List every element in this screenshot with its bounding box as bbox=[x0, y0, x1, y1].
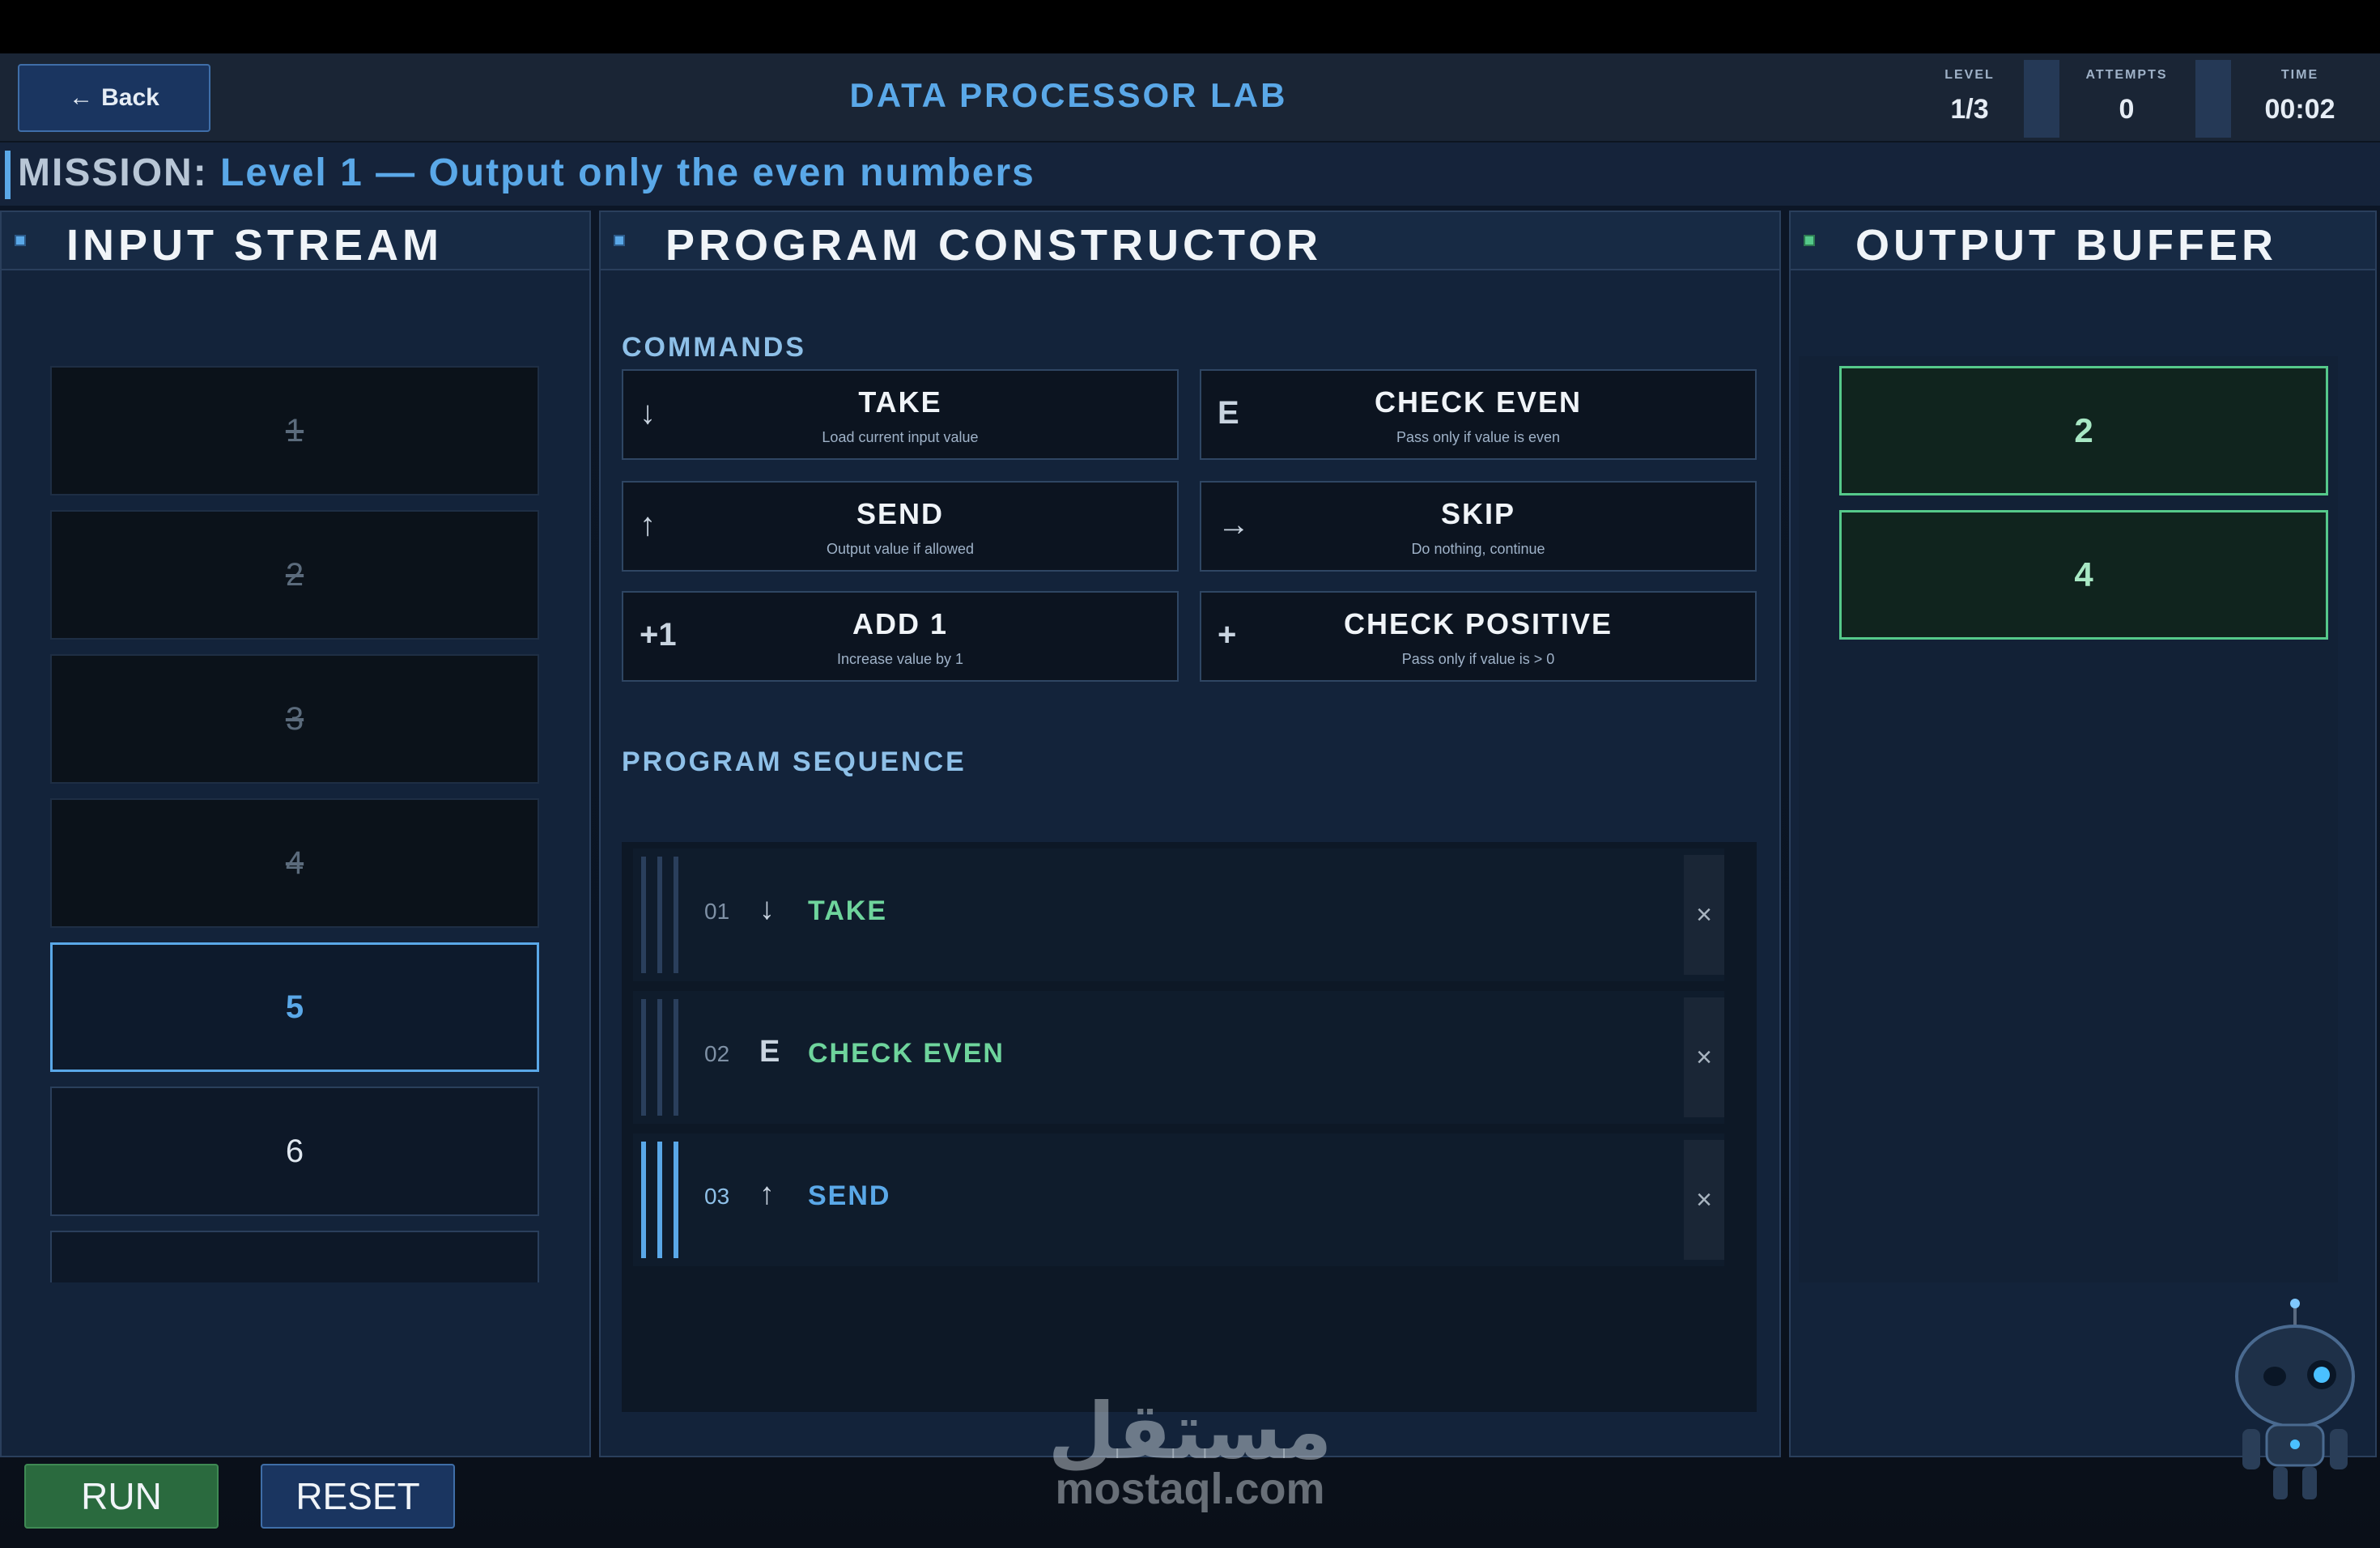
input-item: 6 bbox=[50, 1087, 539, 1216]
panel-header: OUTPUT BUFFER bbox=[1791, 212, 2375, 270]
arrow-left-icon: ← bbox=[69, 84, 94, 111]
command-description: Do nothing, continue bbox=[1411, 541, 1545, 557]
stat-time: TIME 00:02 bbox=[2215, 53, 2380, 142]
input-value: 6 bbox=[285, 1133, 304, 1169]
step-number: 01 bbox=[704, 899, 730, 924]
command-name: CHECK EVEN bbox=[1374, 385, 1583, 419]
mission-prefix: MISSION: bbox=[18, 151, 208, 194]
command-description: Pass only if value is > 0 bbox=[1401, 651, 1555, 667]
panel-title: OUTPUT BUFFER bbox=[1855, 221, 2277, 270]
panel-title: INPUT STREAM bbox=[66, 221, 443, 270]
drag-handle-icon[interactable] bbox=[641, 857, 685, 973]
step-number: 03 bbox=[704, 1184, 730, 1209]
mission-accent-bar bbox=[5, 151, 11, 199]
step-command: CHECK EVEN bbox=[808, 1038, 1005, 1069]
command-name: CHECK POSITIVE bbox=[1343, 607, 1613, 640]
back-button[interactable]: ← Back bbox=[18, 64, 210, 132]
command-name: TAKE bbox=[858, 385, 942, 419]
back-label: Back bbox=[101, 84, 159, 111]
remove-step-button[interactable]: × bbox=[1684, 855, 1724, 975]
mission-banner: MISSION: Level 1 — Output only the even … bbox=[0, 142, 2380, 206]
panel-title: PROGRAM CONSTRUCTOR bbox=[665, 221, 1323, 270]
letter-e-icon: E bbox=[759, 1035, 780, 1069]
reset-button[interactable]: RESET bbox=[261, 1464, 455, 1529]
input-item: 2 bbox=[50, 510, 539, 640]
command-take-button[interactable]: ↓ TAKE Load current input value bbox=[622, 369, 1179, 460]
stat-time-label: TIME bbox=[2280, 68, 2319, 82]
robot-mascot-icon bbox=[2235, 1299, 2355, 1499]
input-item: 3 bbox=[50, 654, 539, 784]
remove-step-button[interactable]: × bbox=[1684, 997, 1724, 1117]
arrow-up-icon: ↑ bbox=[759, 1177, 775, 1211]
input-item-partial bbox=[50, 1231, 539, 1282]
panel-header: PROGRAM CONSTRUCTOR bbox=[601, 212, 1779, 270]
command-name: ADD 1 bbox=[852, 607, 949, 640]
panel-status-icon bbox=[614, 235, 625, 246]
command-name: SEND bbox=[856, 497, 945, 530]
command-skip-button[interactable]: → SKIP Do nothing, continue bbox=[1200, 481, 1757, 572]
command-check-even-button[interactable]: E CHECK EVEN Pass only if value is even bbox=[1200, 369, 1757, 460]
step-command: SEND bbox=[808, 1180, 891, 1211]
step-command: TAKE bbox=[808, 895, 888, 926]
input-item: 4 bbox=[50, 798, 539, 928]
stat-attempts: ATTEMPTS 0 bbox=[2042, 53, 2212, 142]
panel-status-icon bbox=[1804, 235, 1815, 246]
output-item: 4 bbox=[1839, 510, 2328, 640]
stat-attempts-value: 0 bbox=[2119, 94, 2135, 125]
command-description: Pass only if value is even bbox=[1396, 429, 1561, 445]
input-value: 4 bbox=[285, 844, 304, 881]
command-description: Increase value by 1 bbox=[836, 651, 964, 667]
remove-step-button[interactable]: × bbox=[1684, 1140, 1724, 1260]
arrow-down-icon: ↓ bbox=[759, 892, 775, 926]
stat-attempts-label: ATTEMPTS bbox=[2085, 68, 2168, 82]
mission-description: Level 1 — Output only the even numbers bbox=[220, 151, 1035, 194]
output-item: 2 bbox=[1839, 366, 2328, 495]
header-bar: ← Back DATA PROCESSOR LAB LEVEL 1/3 ATTE… bbox=[0, 53, 2380, 142]
command-description: Load current input value bbox=[822, 429, 979, 445]
drag-handle-icon[interactable] bbox=[641, 999, 685, 1116]
program-sequence-label: PROGRAM SEQUENCE bbox=[622, 746, 967, 777]
mission-text: MISSION: Level 1 — Output only the even … bbox=[18, 151, 1035, 195]
run-button[interactable]: RUN bbox=[24, 1464, 219, 1529]
app-title: DATA PROCESSOR LAB bbox=[849, 76, 1288, 114]
sequence-step[interactable]: 01 ↓ TAKE × bbox=[633, 848, 1724, 981]
command-check-positive-button[interactable]: + CHECK POSITIVE Pass only if value is >… bbox=[1200, 591, 1757, 682]
commands-label: COMMANDS bbox=[622, 332, 806, 363]
command-send-button[interactable]: ↑ SEND Output value if allowed bbox=[622, 481, 1179, 572]
watermark-url: mostaql.com bbox=[1055, 1465, 1325, 1513]
step-number: 02 bbox=[704, 1041, 730, 1066]
command-description: Output value if allowed bbox=[826, 541, 975, 557]
sequence-step[interactable]: 02 E CHECK EVEN × bbox=[633, 991, 1724, 1124]
input-item-current: 5 bbox=[50, 942, 539, 1072]
input-value: 2 bbox=[285, 556, 304, 593]
sequence-step-active[interactable]: 03 ↑ SEND × bbox=[633, 1133, 1724, 1266]
input-value: 1 bbox=[285, 412, 304, 449]
command-name: SKIP bbox=[1440, 497, 1516, 530]
input-value: 5 bbox=[285, 989, 304, 1025]
command-add-one-button[interactable]: +1 ADD 1 Increase value by 1 bbox=[622, 591, 1179, 682]
panel-status-icon bbox=[15, 235, 26, 246]
panel-header: INPUT STREAM bbox=[2, 212, 589, 270]
input-value: 3 bbox=[285, 700, 304, 737]
top-black-bar bbox=[0, 0, 2380, 53]
program-sequence-list[interactable]: 01 ↓ TAKE × 02 E CHECK EVEN × 03 ↑ SEND … bbox=[622, 842, 1757, 1412]
input-item: 1 bbox=[50, 366, 539, 495]
stat-time-value: 00:02 bbox=[2264, 94, 2335, 125]
drag-handle-icon[interactable] bbox=[641, 1142, 685, 1258]
